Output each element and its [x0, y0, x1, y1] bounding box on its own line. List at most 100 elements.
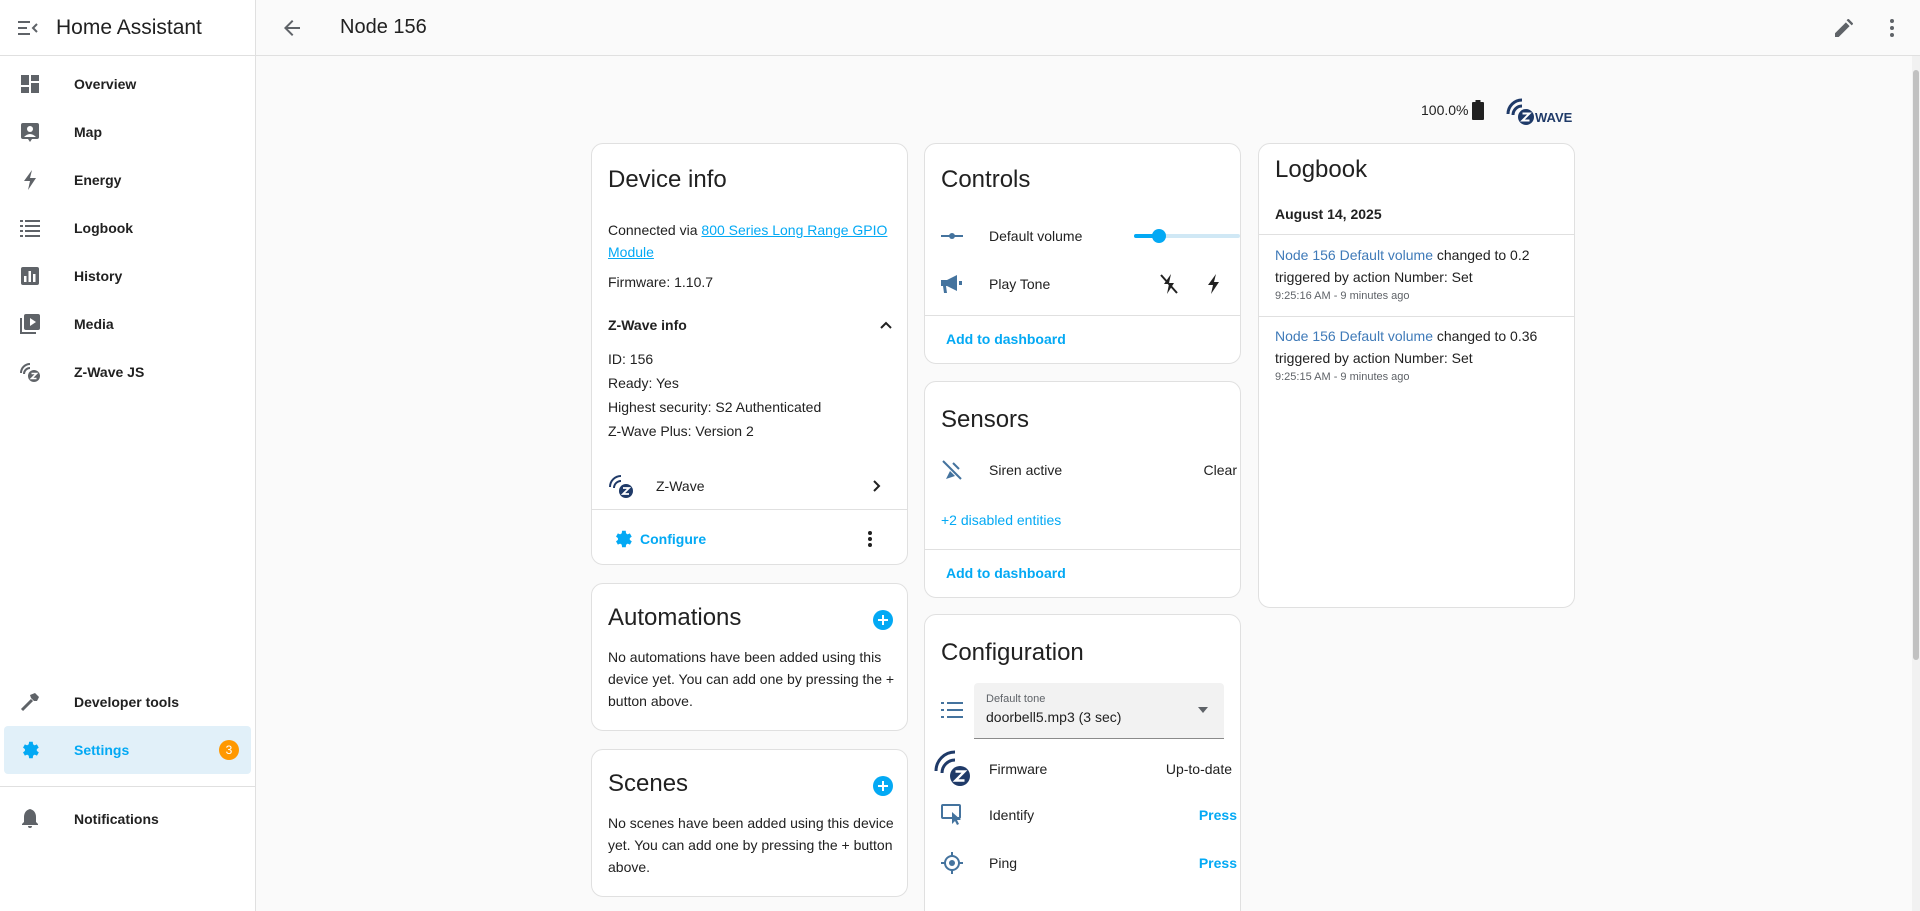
add-scene-button[interactable] [873, 776, 893, 796]
sidebar-item-logbook[interactable]: Logbook [4, 204, 251, 252]
ping-label: Ping [989, 855, 1018, 871]
chevron-right-icon [873, 480, 881, 492]
map-icon [18, 120, 42, 144]
sidebar-item-label: Settings [74, 742, 130, 758]
chevron-up-icon [880, 321, 892, 329]
sidebar-item-energy[interactable]: Energy [4, 156, 251, 204]
sidebar-item-media[interactable]: Media [4, 300, 251, 348]
sidebar-item-developer-tools[interactable]: Developer tools [4, 678, 251, 726]
settings-badge: 3 [219, 740, 239, 760]
tone-off-button[interactable] [1157, 272, 1181, 296]
arrow-left-icon [284, 19, 300, 36]
default-tone-select[interactable]: Default tone doorbell5.mp3 (3 sec) [974, 683, 1224, 739]
top-bar: Node 156 [256, 0, 1920, 56]
zwave-info-details: ID: 156 Ready: Yes Highest security: S2 … [608, 347, 821, 443]
back-button[interactable] [268, 4, 316, 52]
volume-row: Default volume [941, 218, 1240, 254]
logbook-card: Logbook August 14, 2025 Node 156 Default… [1258, 143, 1575, 608]
zwave-logo-icon: WAVE [1506, 98, 1573, 125]
configuration-card: Configuration Default tone doorbell5.mp3… [924, 614, 1241, 911]
more-options-button[interactable] [1868, 4, 1916, 52]
logbook-entity-link[interactable]: Node 156 Default volume [1275, 247, 1433, 263]
play-tone-row: Play Tone [941, 266, 1231, 302]
add-automation-button[interactable] [873, 610, 893, 630]
flash-off-icon [1160, 274, 1178, 294]
sidebar-item-map[interactable]: Map [4, 108, 251, 156]
edit-button[interactable] [1820, 4, 1868, 52]
volume-slider-thumb[interactable] [1152, 229, 1166, 243]
volume-slider-icon [941, 233, 963, 239]
volume-slider[interactable] [1134, 229, 1240, 243]
configure-button[interactable]: Configure [612, 527, 706, 551]
configure-label: Configure [640, 531, 707, 547]
play-tone-label: Play Tone [989, 276, 1051, 292]
zwave-icon [18, 360, 42, 384]
card-divider [592, 509, 907, 510]
logbook-date: August 14, 2025 [1275, 206, 1382, 222]
gear-icon [616, 530, 632, 548]
scenes-card: Scenes No scenes have been added using t… [591, 749, 908, 897]
sidebar-item-label: Logbook [74, 220, 134, 236]
zwave-plus-version: Z-Wave Plus: Version 2 [608, 423, 754, 439]
firmware-version: Firmware: 1.10.7 [608, 274, 714, 290]
logbook-entity-link[interactable]: Node 156 Default volume [1275, 328, 1433, 344]
lightning-icon [18, 168, 42, 192]
volume-label: Default volume [989, 228, 1083, 244]
logbook-entry-time: 9:25:16 AM - 9 minutes ago [1275, 290, 1410, 302]
logbook-entry: Node 156 Default volume changed to 0.36 … [1275, 325, 1565, 385]
sidebar-header: Home Assistant [0, 0, 255, 56]
page-title: Node 156 [340, 16, 427, 38]
sensors-card: Sensors Siren active Clear +2 disabled e… [924, 381, 1241, 598]
list-icon [18, 216, 42, 240]
sidebar: Home Assistant Overview Map Energy Logbo… [0, 0, 256, 911]
zwave-icon [609, 475, 633, 498]
zwave-info-toggle[interactable]: Z-Wave info [608, 313, 898, 337]
sidebar-item-notifications[interactable]: Notifications [4, 795, 251, 843]
megaphone-icon [941, 275, 962, 293]
sidebar-item-settings[interactable]: Settings 3 [4, 726, 251, 774]
zwave-integration-link[interactable]: Z-Wave [592, 462, 907, 510]
sidebar-bottom: Developer tools Settings 3 Notifications [0, 678, 255, 843]
dashboard-icon [18, 72, 42, 96]
battery-level: 100.0% [1421, 102, 1469, 118]
logbook-title: Logbook [1275, 156, 1368, 183]
firmware-state: Up-to-date [1165, 761, 1232, 777]
controls-title: Controls [941, 166, 1031, 193]
sidebar-item-label: History [74, 268, 123, 284]
card-divider [1259, 316, 1574, 317]
identify-row: Identify Press [941, 797, 1237, 833]
siren-state: Clear [1203, 462, 1237, 478]
dots-vertical-icon [1890, 18, 1894, 37]
select-value: doorbell5.mp3 (3 sec) [986, 709, 1122, 725]
zwave-icon [934, 750, 970, 786]
hammer-icon [18, 690, 42, 714]
scrollbar-thumb[interactable] [1913, 70, 1919, 660]
siren-off-icon [942, 460, 962, 480]
menu-toggle-button[interactable] [16, 16, 40, 40]
ping-press-button[interactable]: Press [1199, 855, 1237, 871]
configuration-title: Configuration [941, 639, 1084, 666]
sidebar-item-overview[interactable]: Overview [4, 60, 251, 108]
sidebar-item-zwave-js[interactable]: Z-Wave JS [4, 348, 251, 396]
sidebar-item-history[interactable]: History [4, 252, 251, 300]
touch-icon [941, 804, 961, 825]
disabled-entities-link[interactable]: +2 disabled entities [941, 512, 1061, 528]
logbook-entry-time: 9:25:15 AM - 9 minutes ago [1275, 371, 1410, 383]
menu-collapse-icon [18, 20, 38, 35]
sensors-add-to-dashboard-button[interactable]: Add to dashboard [946, 565, 1066, 581]
connected-via-label: Connected via [608, 222, 702, 238]
logbook-entry: Node 156 Default volume changed to 0.2 t… [1275, 244, 1565, 304]
sidebar-item-label: Media [74, 316, 114, 332]
controls-add-to-dashboard-button[interactable]: Add to dashboard [946, 331, 1066, 347]
integration-label: Z-Wave [656, 478, 705, 494]
identify-press-button[interactable]: Press [1199, 807, 1237, 823]
siren-row[interactable]: Siren active Clear [941, 452, 1237, 488]
zwave-logo: WAVE [1506, 96, 1576, 131]
tone-on-button[interactable] [1201, 272, 1225, 296]
device-info-title: Device info [608, 166, 727, 193]
firmware-row[interactable]: Firmware Up-to-date [933, 749, 1232, 789]
page-scrollbar[interactable] [1912, 56, 1920, 911]
device-more-button[interactable] [858, 527, 882, 551]
list-icon [941, 702, 963, 718]
sidebar-item-label: Energy [74, 172, 122, 188]
